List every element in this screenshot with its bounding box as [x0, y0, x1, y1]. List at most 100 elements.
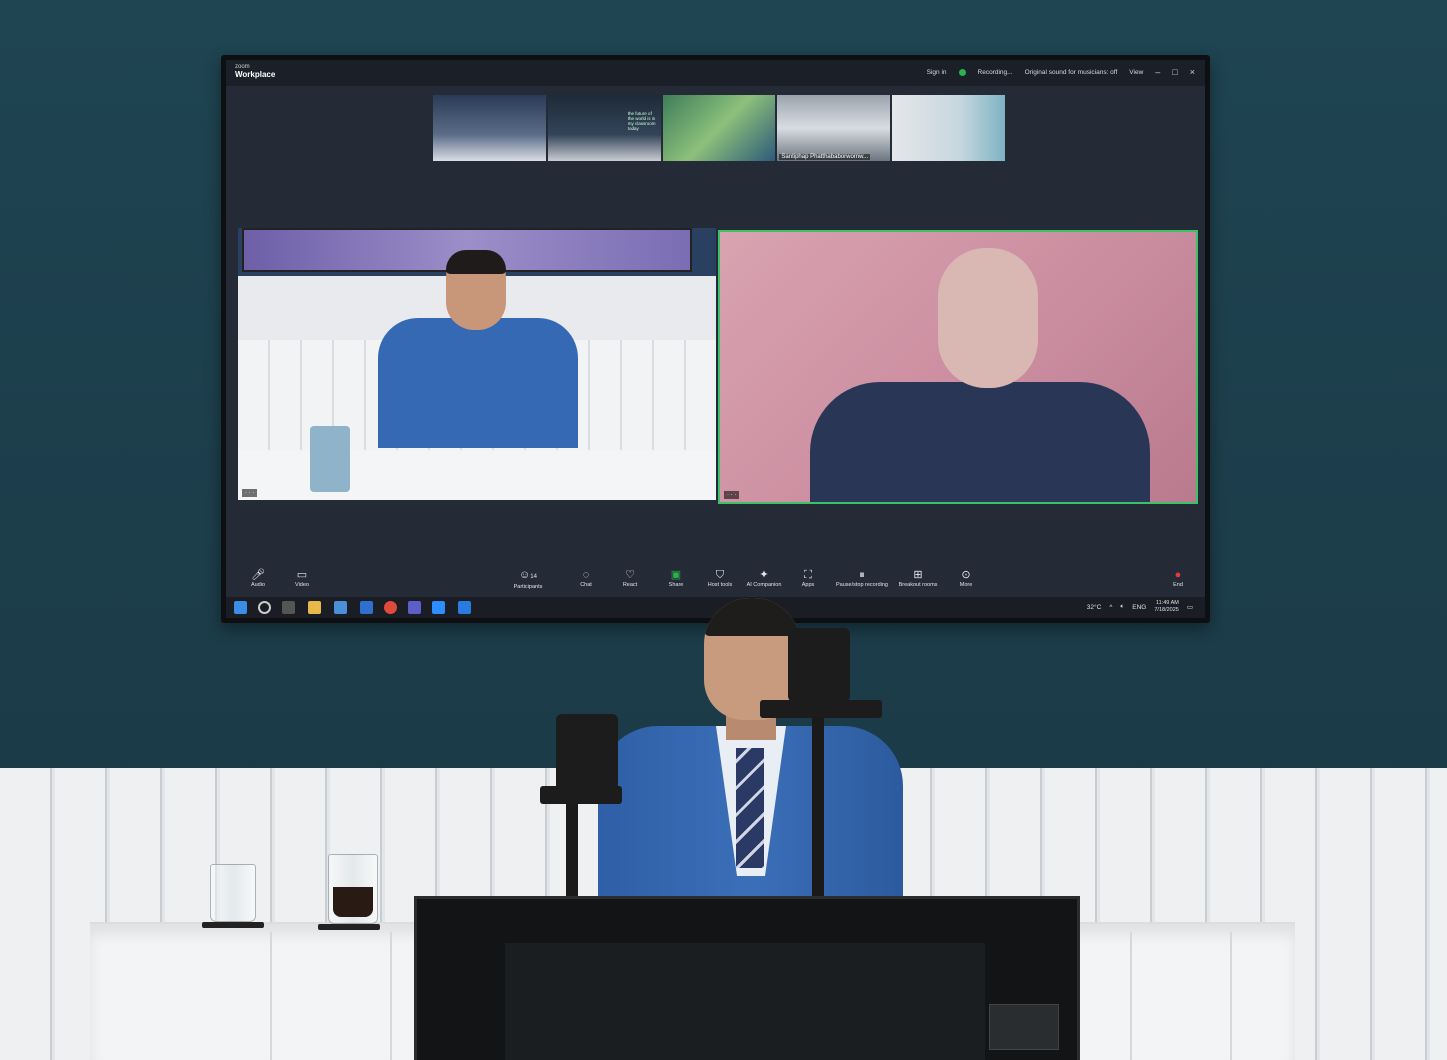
cloth-fold — [1230, 932, 1232, 1060]
more-label: More — [959, 582, 973, 588]
pause-icon: ⏸︎ — [859, 569, 865, 581]
desk-monitor — [414, 896, 1080, 1060]
titlebar-controls: Sign in Recording... Original sound for … — [927, 67, 1195, 77]
more-button[interactable]: ⊙ More — [944, 569, 988, 588]
apps-button[interactable]: ⛶ Apps — [786, 569, 830, 588]
speaker-head — [938, 248, 1038, 388]
participants-button[interactable]: ☺14 Participants — [506, 569, 550, 590]
clock-time: 11:49 AM — [1156, 600, 1179, 606]
thumbnail-4[interactable]: Santiphap Phatthababorwornw... — [777, 95, 891, 161]
speaker-shirt — [810, 382, 1150, 502]
zoom-taskbar-icon[interactable] — [432, 601, 445, 614]
share-icon: ▣ — [670, 569, 682, 581]
chat-button[interactable]: ◌ Chat — [564, 569, 608, 588]
zoom-product-name: Workplace — [235, 70, 276, 79]
host-tools-label: Host tools — [707, 582, 733, 588]
breakout-rooms-label: Breakout rooms — [898, 582, 938, 588]
sparkle-icon: ✦ — [759, 569, 769, 581]
wall-tv: zoom Workplace Sign in Recording... Orig… — [221, 55, 1210, 623]
video-camera-icon: ▭ — [296, 569, 308, 581]
weather-readout[interactable]: 32°C — [1087, 604, 1102, 611]
meeting-toolbar: 🎤︎ Audio ▭ Video ☺14 Participants ◌ Chat ♡ Re… — [226, 565, 1205, 595]
host-tools-button[interactable]: ⛉ Host tools — [698, 569, 742, 588]
meeting-room-photo: zoom Workplace Sign in Recording... Orig… — [0, 0, 1447, 1060]
monitor-panel — [505, 943, 985, 1060]
breakout-rooms-button[interactable]: ⊞ Breakout rooms — [892, 569, 944, 588]
end-button[interactable]: ● End — [1156, 569, 1200, 588]
tile-person-hair — [446, 250, 506, 274]
heart-icon: ♡ — [625, 569, 635, 581]
video-button[interactable]: ▭ Video — [280, 569, 324, 588]
monitor-label — [989, 1004, 1059, 1050]
thumbnail-5[interactable] — [892, 95, 1005, 161]
chat-label: Chat — [580, 582, 592, 588]
system-tray: 32°C ^ 🔈︎ ENG 11:49 AM 7/18/2025 ▭ — [1087, 600, 1193, 614]
pause-recording-button[interactable]: ⏸︎ Pause/stop recording — [830, 569, 894, 588]
minimize-icon[interactable]: – — [1155, 67, 1160, 77]
thumbnail-2[interactable]: the future of the world is in my classro… — [547, 95, 661, 161]
file-explorer-icon[interactable] — [308, 601, 321, 614]
camera-right — [788, 628, 850, 702]
pause-recording-label: Pause/stop recording — [836, 582, 888, 588]
thumbnail-overlay-text: the future of the world is in my classro… — [627, 111, 656, 131]
video-label: Video — [295, 582, 309, 588]
sign-in-link[interactable]: Sign in — [927, 69, 947, 76]
chrome-icon[interactable] — [384, 601, 397, 614]
task-view-icon[interactable] — [282, 601, 295, 614]
original-sound-toggle[interactable]: Original sound for musicians: off — [1025, 69, 1118, 76]
cloth-fold — [390, 932, 392, 1060]
maximize-icon[interactable]: □ — [1172, 67, 1177, 77]
zoom-titlebar: zoom Workplace Sign in Recording... Orig… — [226, 60, 1205, 86]
video-tile-speaker[interactable]: · · · — [718, 230, 1198, 504]
chevron-up-icon[interactable]: ^ — [1109, 604, 1112, 611]
more-icon: ⊙ — [961, 569, 971, 581]
thumbnail-name: Santiphap Phatthababorwornw... — [779, 154, 871, 160]
camera-mount-right — [760, 700, 882, 718]
video-tile-name: · · · — [242, 489, 258, 497]
audio-button[interactable]: 🎤︎ Audio — [236, 569, 280, 588]
apps-label: Apps — [801, 582, 815, 588]
view-menu[interactable]: View — [1129, 69, 1143, 76]
search-icon[interactable] — [258, 601, 271, 614]
apps-icon: ⛶ — [804, 569, 812, 581]
tile-tumbler — [310, 426, 350, 492]
store-icon[interactable] — [334, 601, 347, 614]
chat-icon: ◌ — [582, 569, 590, 581]
striped-tie — [736, 748, 764, 868]
tile-person-suit — [378, 318, 578, 448]
audio-label: Audio — [250, 582, 266, 588]
coffee — [333, 887, 373, 917]
microphone-icon: 🎤︎ — [251, 569, 265, 581]
coffee-glass — [328, 854, 378, 924]
thumbnail-3[interactable] — [662, 95, 776, 161]
ai-companion-button[interactable]: ✦ AI Companion — [740, 569, 788, 588]
teams-icon[interactable] — [408, 601, 421, 614]
language-indicator[interactable]: ENG — [1132, 604, 1146, 611]
notifications-icon[interactable]: ▭ — [1187, 603, 1193, 611]
camera-left — [556, 714, 618, 794]
mail-icon[interactable] — [360, 601, 373, 614]
recording-indicator[interactable]: Recording... — [978, 69, 1013, 76]
participants-icon: ☺14 — [519, 569, 537, 581]
react-button[interactable]: ♡ React — [608, 569, 652, 588]
clock-date: 7/18/2025 — [1154, 607, 1179, 613]
volume-icon[interactable]: 🔈︎ — [1120, 603, 1124, 611]
ai-companion-label: AI Companion — [746, 582, 782, 588]
cloth-fold — [270, 932, 272, 1060]
windows-start-icon[interactable] — [234, 601, 247, 614]
man-in-blue-suit — [598, 598, 903, 898]
participants-count: 14 — [530, 574, 537, 580]
participant-thumbnails: the future of the world is in my classro… — [433, 95, 1005, 163]
share-button[interactable]: ▣ Share — [654, 569, 698, 588]
thumbnail-1[interactable] — [433, 95, 546, 161]
coaster — [318, 924, 380, 930]
close-icon[interactable]: × — [1190, 67, 1195, 77]
video-tile-host[interactable]: · · · — [238, 228, 716, 500]
video-tile-name: · · · — [724, 491, 740, 499]
clock[interactable]: 11:49 AM 7/18/2025 — [1154, 600, 1178, 614]
end-call-icon: ● — [1174, 569, 1182, 581]
app-taskbar-icon[interactable] — [458, 601, 471, 614]
react-label: React — [622, 582, 638, 588]
zoom-brand: zoom Workplace — [235, 63, 275, 79]
grid-icon: ⊞ — [913, 569, 923, 581]
